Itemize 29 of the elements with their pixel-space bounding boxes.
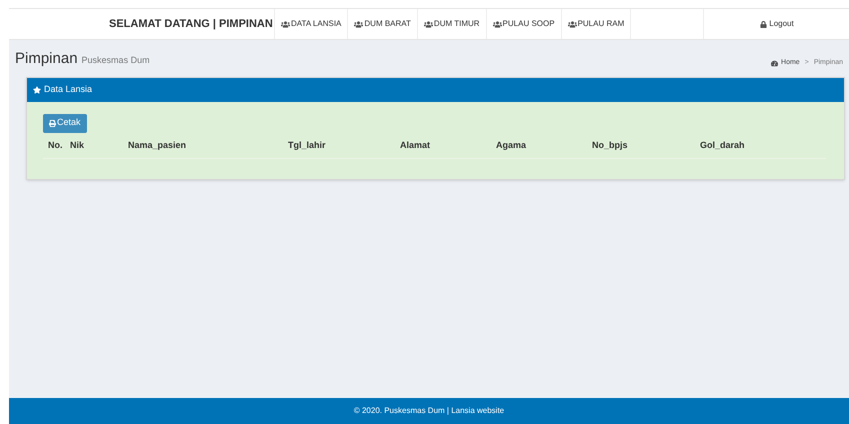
users-icon <box>424 20 433 28</box>
nav-link[interactable]: DUM TIMUR <box>416 9 486 39</box>
brand-title: SELAMAT DATANG | PIMPINAN <box>109 16 274 32</box>
column-header: Agama <box>496 140 526 150</box>
panel-title: Data Lansia <box>44 82 92 96</box>
column-header: Alamat <box>400 140 430 150</box>
nav-link[interactable]: DUM BARAT <box>347 9 417 39</box>
column-header: No_bpjs <box>592 140 628 150</box>
dashboard-icon <box>771 60 778 67</box>
column-header: Gol_darah <box>700 140 745 150</box>
users-icon <box>281 20 290 28</box>
nav-link[interactable]: PULAU SOOP <box>486 9 561 39</box>
page-subtitle: Puskesmas Dum <box>82 54 150 67</box>
nav-link[interactable]: DATA LANSIA <box>274 9 348 39</box>
footer-text: © 2020. Puskesmas Dum | Lansia website <box>354 405 504 417</box>
users-icon <box>354 20 364 28</box>
print-icon <box>49 120 56 126</box>
logout-link[interactable]: Logout <box>760 18 794 30</box>
column-header: Tgl_lahir <box>288 140 326 150</box>
column-header: Nik <box>70 140 84 150</box>
users-icon <box>492 20 502 28</box>
column-header: No. <box>48 140 62 150</box>
users-icon <box>568 20 577 28</box>
page-title: Pimpinan <box>15 49 78 69</box>
lock-icon <box>760 20 768 28</box>
nav-link[interactable]: PULAU RAM <box>560 9 630 39</box>
star-icon <box>33 86 41 94</box>
print-button[interactable]: Cetak <box>43 114 87 132</box>
column-header: Nama_pasien <box>128 140 186 150</box>
